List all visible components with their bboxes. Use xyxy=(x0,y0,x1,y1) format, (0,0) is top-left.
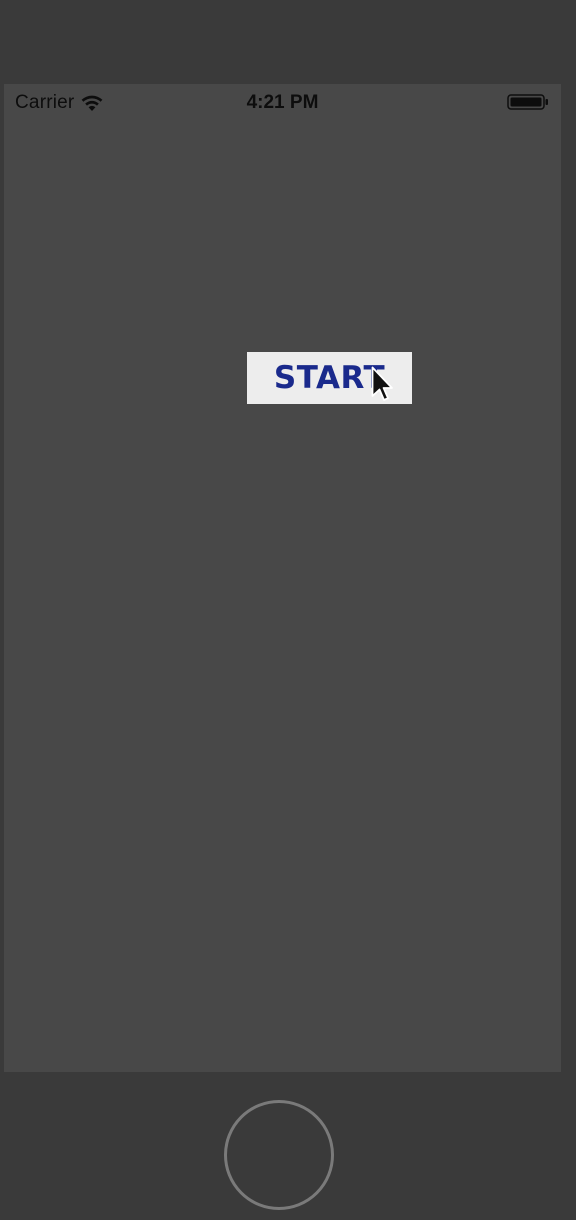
start-button-label: START xyxy=(273,360,386,396)
status-bar: Carrier 4:21 PM xyxy=(4,84,561,120)
device-bezel-top xyxy=(0,0,576,84)
start-button[interactable]: START xyxy=(247,352,412,404)
home-button[interactable] xyxy=(224,1100,334,1210)
battery-icon xyxy=(507,94,548,110)
phone-screen: Carrier 4:21 PM START xyxy=(4,84,561,1072)
device-bezel-bottom xyxy=(0,1072,576,1220)
status-time: 4:21 PM xyxy=(246,92,319,113)
